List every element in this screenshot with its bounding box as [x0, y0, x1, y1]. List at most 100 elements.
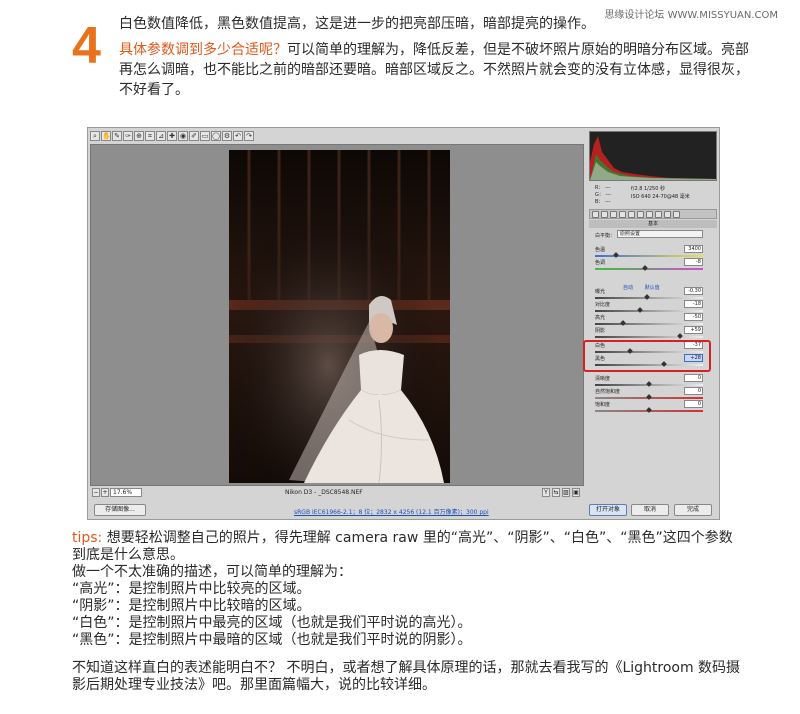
rotate-cw-icon[interactable]: ↷: [244, 131, 254, 141]
file-name-label: Nikon D3 - _DSC8548.NEF: [285, 489, 363, 496]
slider-thumb[interactable]: [646, 407, 652, 413]
slider-thumb[interactable]: [627, 348, 634, 354]
color-sampler-icon[interactable]: ✑: [123, 131, 133, 141]
tab-basic[interactable]: [592, 210, 599, 218]
auto-link[interactable]: 自动: [623, 285, 633, 291]
control-value-input[interactable]: 0: [684, 400, 703, 408]
control-slider[interactable]: [595, 320, 703, 326]
tips-label: tips:: [72, 530, 103, 546]
slider-thumb[interactable]: [644, 294, 650, 300]
done-button[interactable]: 完成: [674, 504, 712, 516]
tips-item-whites: “白色”：是控制照片中最亮的区域（也就是我们平时说的高光）。: [72, 615, 472, 631]
swap-icon[interactable]: ▨: [562, 488, 570, 497]
cancel-button[interactable]: 取消: [631, 504, 669, 516]
tab-detail[interactable]: [610, 210, 617, 218]
adjustment-panel: R： --- G： --- B： --- f/2.8 1/250 秒 ISO 6…: [589, 131, 717, 501]
preferences-icon[interactable]: ⚙: [222, 131, 232, 141]
straighten-icon[interactable]: ⊿: [156, 131, 166, 141]
control-value-input[interactable]: -37: [684, 341, 703, 349]
copy-settings-icon[interactable]: ▣: [572, 488, 580, 497]
preview-bottom-bar: − + 17.6% Nikon D3 - _DSC8548.NEF Y ⇆ ▨ …: [90, 488, 584, 499]
control-slider[interactable]: [595, 265, 703, 271]
tab-camera-calibration[interactable]: [655, 210, 662, 218]
slider-thumb[interactable]: [646, 381, 652, 387]
control-value-input[interactable]: +59: [684, 326, 703, 334]
control-value-input[interactable]: -50: [684, 313, 703, 321]
default-link[interactable]: 默认值: [645, 285, 660, 291]
bride-photo: [229, 150, 450, 483]
control-slider[interactable]: [595, 307, 703, 313]
tips-item-blacks: “黑色”：是控制照片中最暗的区域（也就是我们平时说的阴影）。: [72, 632, 472, 648]
histogram: [589, 131, 717, 181]
r-readout: R： ---: [595, 185, 611, 191]
control-slider[interactable]: [595, 394, 703, 400]
tab-split-toning[interactable]: [628, 210, 635, 218]
before-after-icon[interactable]: Y: [542, 488, 550, 497]
control-label: 黑色: [595, 356, 606, 362]
iso-lens: ISO 640 24-70@48 毫米: [631, 194, 690, 200]
rotate-ccw-icon[interactable]: ↶: [233, 131, 243, 141]
slider-thumb[interactable]: [646, 394, 652, 400]
red-eye-icon[interactable]: ◉: [178, 131, 188, 141]
g-readout: G： ---: [595, 192, 611, 198]
workflow-options-link[interactable]: sRGB IEC61966-2.1；8 位；2832 x 4256 (12.1 …: [294, 507, 489, 516]
bride-photo-art: [229, 150, 450, 483]
control-label: 饱和度: [595, 402, 611, 408]
graduated-filter-icon[interactable]: ▭: [200, 131, 210, 141]
image-preview-area[interactable]: [90, 144, 584, 486]
tab-hsl[interactable]: [619, 210, 626, 218]
toggle-settings-icon[interactable]: ⇆: [552, 488, 560, 497]
target-adjust-icon[interactable]: ⊕: [134, 131, 144, 141]
slider-thumb[interactable]: [620, 320, 626, 326]
control-slider[interactable]: [595, 294, 703, 300]
adjust-brush-icon[interactable]: ✐: [189, 131, 199, 141]
tips-closing: 不知道这样直白的表述能明白不？ 不明白，或者想了解具体原理的话，那就去看我写的《…: [72, 660, 741, 693]
slider-thumb[interactable]: [677, 333, 684, 339]
tab-presets[interactable]: [664, 210, 671, 218]
slider-thumb[interactable]: [612, 252, 619, 258]
control-slider[interactable]: [595, 333, 703, 339]
control-value-input[interactable]: 0: [684, 387, 703, 395]
white-balance-icon[interactable]: ✎: [112, 131, 122, 141]
control-value-input[interactable]: 3400: [684, 245, 703, 253]
radial-filter-icon[interactable]: ◯: [211, 131, 221, 141]
slider-thumb[interactable]: [636, 307, 643, 313]
camera-info-readout: R： --- G： --- B： --- f/2.8 1/250 秒 ISO 6…: [589, 183, 717, 209]
white-balance-select[interactable]: 原照设置: [617, 230, 703, 238]
control-slider[interactable]: [595, 361, 703, 367]
control-value-input[interactable]: -0.30: [684, 287, 703, 295]
tips-intro: 想要轻松调整自己的照片，得先理解 camera raw 里的“高光”、“阴影”、…: [72, 530, 733, 563]
control-label: 清晰度: [595, 376, 611, 382]
control-value-input[interactable]: -8: [684, 258, 703, 266]
control-value-input[interactable]: +28: [684, 354, 703, 362]
tips-item-shadows: “阴影”：是控制照片中比较暗的区域。: [72, 598, 311, 614]
control-slider[interactable]: [595, 348, 703, 354]
open-object-button[interactable]: 打开对象: [589, 504, 627, 516]
zoom-icon[interactable]: ⌕: [90, 131, 100, 141]
rgb-readout: R： --- G： --- B： ---: [595, 185, 611, 206]
histogram-graph: [590, 136, 716, 180]
control-slider[interactable]: [595, 252, 703, 258]
step-description: 白色数值降低，黑色数值提高，这是进一步的把亮部压暗，暗部提亮的操作。 具体参数调…: [119, 14, 759, 100]
tab-lens[interactable]: [637, 210, 644, 218]
tab-tone-curve[interactable]: [601, 210, 608, 218]
slider-thumb[interactable]: [641, 265, 648, 271]
tab-snapshots[interactable]: [673, 210, 680, 218]
zoom-out-icon[interactable]: −: [92, 488, 100, 497]
control-value-input[interactable]: 0: [684, 374, 703, 382]
step-number: 4: [72, 17, 101, 75]
zoom-level-select[interactable]: 17.6%: [110, 488, 142, 497]
control-slider[interactable]: [595, 381, 703, 387]
control-label: 对比度: [595, 302, 611, 308]
control-value-input[interactable]: -18: [684, 300, 703, 308]
control-slider[interactable]: [595, 407, 703, 413]
tips-line-2: 做一个不太准确的描述，可以简单的理解为：: [72, 564, 352, 580]
slider-thumb[interactable]: [660, 361, 667, 367]
crop-icon[interactable]: ⌗: [145, 131, 155, 141]
spot-removal-icon[interactable]: ✚: [167, 131, 177, 141]
hand-icon[interactable]: ✋: [101, 131, 111, 141]
tab-effects[interactable]: [646, 210, 653, 218]
zoom-in-icon[interactable]: +: [101, 488, 109, 497]
control-label: 自然饱和度: [595, 389, 621, 395]
save-image-button[interactable]: 存储图像...: [94, 504, 146, 516]
